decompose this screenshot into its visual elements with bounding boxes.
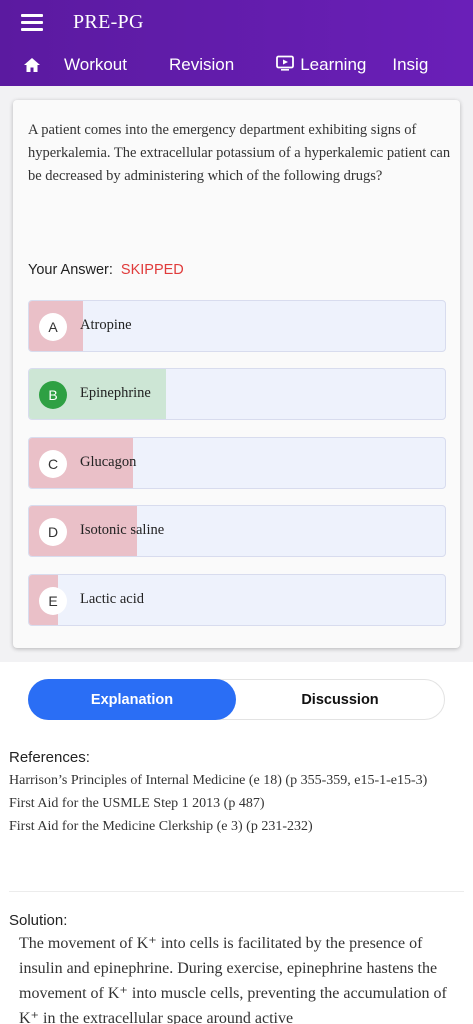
option-c[interactable]: C Glucagon bbox=[28, 437, 446, 489]
video-icon bbox=[276, 55, 295, 76]
question-card: A patient comes into the emergency depar… bbox=[13, 100, 460, 648]
app-bar: PRE-PG Workout Revision Learning Insig bbox=[0, 0, 473, 86]
option-b-text: Epinephrine bbox=[80, 385, 151, 401]
option-b-letter: B bbox=[39, 381, 67, 409]
tab-revision[interactable]: Revision bbox=[169, 55, 234, 75]
explanation-panel: Explanation Discussion References: Harri… bbox=[0, 662, 473, 1024]
tab-switcher: Explanation Discussion bbox=[28, 679, 445, 720]
your-answer: Your Answer: SKIPPED bbox=[28, 262, 184, 278]
menu-icon[interactable] bbox=[21, 10, 43, 35]
tab-workout[interactable]: Workout bbox=[64, 55, 127, 75]
tab-revision-label: Revision bbox=[169, 55, 235, 74]
option-a[interactable]: A Atropine bbox=[28, 300, 446, 352]
option-d[interactable]: D Isotonic saline bbox=[28, 505, 446, 557]
option-d-text: Isotonic saline bbox=[80, 522, 165, 538]
option-e[interactable]: E Lactic acid bbox=[28, 574, 446, 626]
option-c-text: Glucagon bbox=[80, 454, 137, 470]
option-d-letter: D bbox=[39, 518, 67, 546]
reference-item: Harrison’s Principles of Internal Medici… bbox=[9, 773, 428, 788]
question-text: A patient comes into the emergency depar… bbox=[28, 122, 451, 184]
nav-tabs: Workout Revision Learning Insig bbox=[0, 44, 473, 86]
reference-item: First Aid for the USMLE Step 1 2013 (p 4… bbox=[9, 796, 265, 811]
divider bbox=[9, 891, 464, 892]
reference-item: First Aid for the Medicine Clerkship (e … bbox=[9, 819, 313, 834]
tab-explanation[interactable]: Explanation bbox=[28, 679, 236, 720]
references-heading: References: bbox=[9, 749, 90, 766]
solution-text: The movement of K⁺ into cells is facilit… bbox=[19, 935, 447, 1024]
your-answer-label: Your Answer: bbox=[28, 262, 113, 278]
tab-insights[interactable]: Insig bbox=[392, 55, 428, 75]
home-icon[interactable] bbox=[0, 57, 64, 73]
tab-learning[interactable]: Learning bbox=[276, 55, 366, 76]
option-e-text: Lactic acid bbox=[80, 591, 144, 607]
option-e-letter: E bbox=[39, 587, 67, 615]
option-b[interactable]: B Epinephrine bbox=[28, 368, 446, 420]
tab-workout-label: Workout bbox=[64, 55, 127, 74]
tab-learning-label: Learning bbox=[300, 55, 367, 74]
option-a-text: Atropine bbox=[80, 317, 132, 333]
option-a-letter: A bbox=[39, 313, 67, 341]
status-badge: SKIPPED bbox=[120, 262, 184, 278]
tab-insights-label: Insig bbox=[392, 55, 429, 74]
app-title: PRE-PG bbox=[73, 10, 144, 33]
references-list: Harrison’s Principles of Internal Medici… bbox=[9, 769, 464, 838]
option-c-letter: C bbox=[39, 450, 67, 478]
solution-heading: Solution: bbox=[9, 912, 68, 929]
tab-discussion[interactable]: Discussion bbox=[236, 679, 444, 720]
